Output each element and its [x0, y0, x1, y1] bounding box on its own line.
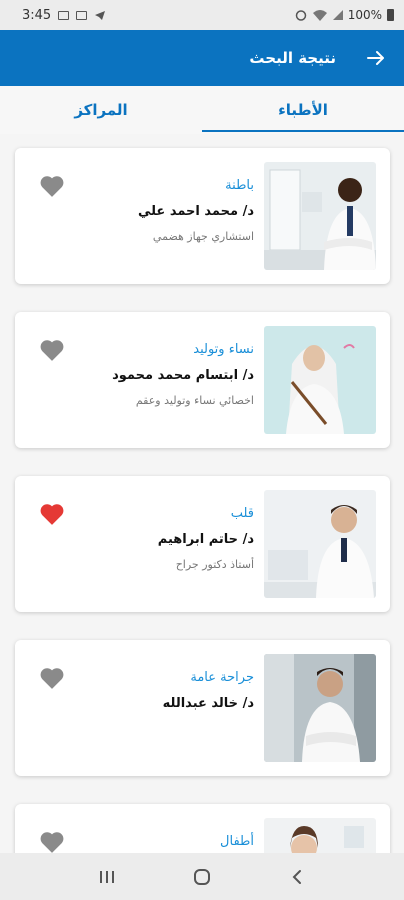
- tab-centers[interactable]: المراكز: [0, 86, 202, 134]
- doctor-photo: [264, 654, 376, 762]
- doctor-photo: [264, 162, 376, 270]
- favorite-heart-icon[interactable]: [39, 502, 65, 526]
- doctor-name: د/ ابتسام محمد محمود: [112, 368, 254, 383]
- doctor-photo: [264, 490, 376, 598]
- alarm-icon: [295, 10, 306, 21]
- doctor-name: د/ خالد عبدالله: [162, 696, 254, 711]
- doctor-list: باطنة د/ محمد احمد علي استشاري جهاز هضمي…: [0, 134, 404, 853]
- doctor-card[interactable]: باطنة د/ محمد احمد علي استشاري جهاز هضمي: [15, 148, 390, 284]
- system-nav-bar: [0, 853, 404, 900]
- doctor-specialty: باطنة: [225, 178, 254, 193]
- gallery-icon: [76, 10, 88, 20]
- back-arrow-icon[interactable]: [366, 48, 386, 68]
- tab-centers-label: المراكز: [74, 101, 128, 119]
- page-title: نتيجة البحث: [249, 49, 336, 67]
- tab-bar: المراكز الأطباء: [0, 86, 404, 134]
- battery-percent: 100%: [347, 8, 382, 22]
- status-bar: 3:45 100%: [0, 0, 404, 30]
- signal-icon: [332, 10, 343, 20]
- doctor-name: د/ محمد احمد علي: [137, 204, 254, 219]
- favorite-heart-icon[interactable]: [39, 338, 65, 362]
- gmail-icon: [58, 10, 70, 20]
- doctor-specialty: جراحة عامة: [190, 670, 254, 685]
- doctor-card[interactable]: نساء وتوليد د/ ابتسام محمد محمود اخصائي …: [15, 312, 390, 448]
- back-button[interactable]: [282, 862, 312, 892]
- favorite-heart-icon[interactable]: [39, 666, 65, 690]
- doctor-specialty: نساء وتوليد: [193, 342, 254, 357]
- favorite-heart-icon[interactable]: [39, 174, 65, 198]
- home-button[interactable]: [187, 862, 217, 892]
- home-icon: [193, 868, 210, 885]
- recent-apps-icon: [100, 870, 115, 883]
- recent-apps-button[interactable]: [92, 862, 122, 892]
- doctor-title: استشاري جهاز هضمي: [152, 230, 254, 243]
- doctor-card[interactable]: قلب د/ حاتم ابراهيم أستاذ دكتور جراح: [15, 476, 390, 612]
- app-bar: نتيجة البحث: [0, 30, 404, 86]
- back-chevron-icon: [292, 869, 301, 884]
- doctor-card[interactable]: أطفال: [15, 804, 390, 853]
- doctor-specialty: قلب: [230, 506, 254, 521]
- wifi-icon: [312, 10, 327, 21]
- doctor-name: د/ حاتم ابراهيم: [157, 532, 254, 547]
- favorite-heart-icon[interactable]: [39, 830, 65, 853]
- tab-doctors-label: الأطباء: [278, 101, 328, 119]
- telegram-icon: [95, 10, 106, 20]
- battery-icon: [387, 9, 394, 21]
- doctor-card[interactable]: جراحة عامة د/ خالد عبدالله: [15, 640, 390, 776]
- doctor-photo: [264, 818, 376, 853]
- status-time: 3:45: [22, 7, 52, 23]
- doctor-photo: [264, 326, 376, 434]
- doctor-title: اخصائي نساء وتوليد وعقم: [135, 394, 254, 407]
- tab-doctors[interactable]: الأطباء: [202, 86, 404, 134]
- doctor-title: أستاذ دكتور جراح: [175, 558, 254, 571]
- doctor-specialty: أطفال: [220, 834, 254, 849]
